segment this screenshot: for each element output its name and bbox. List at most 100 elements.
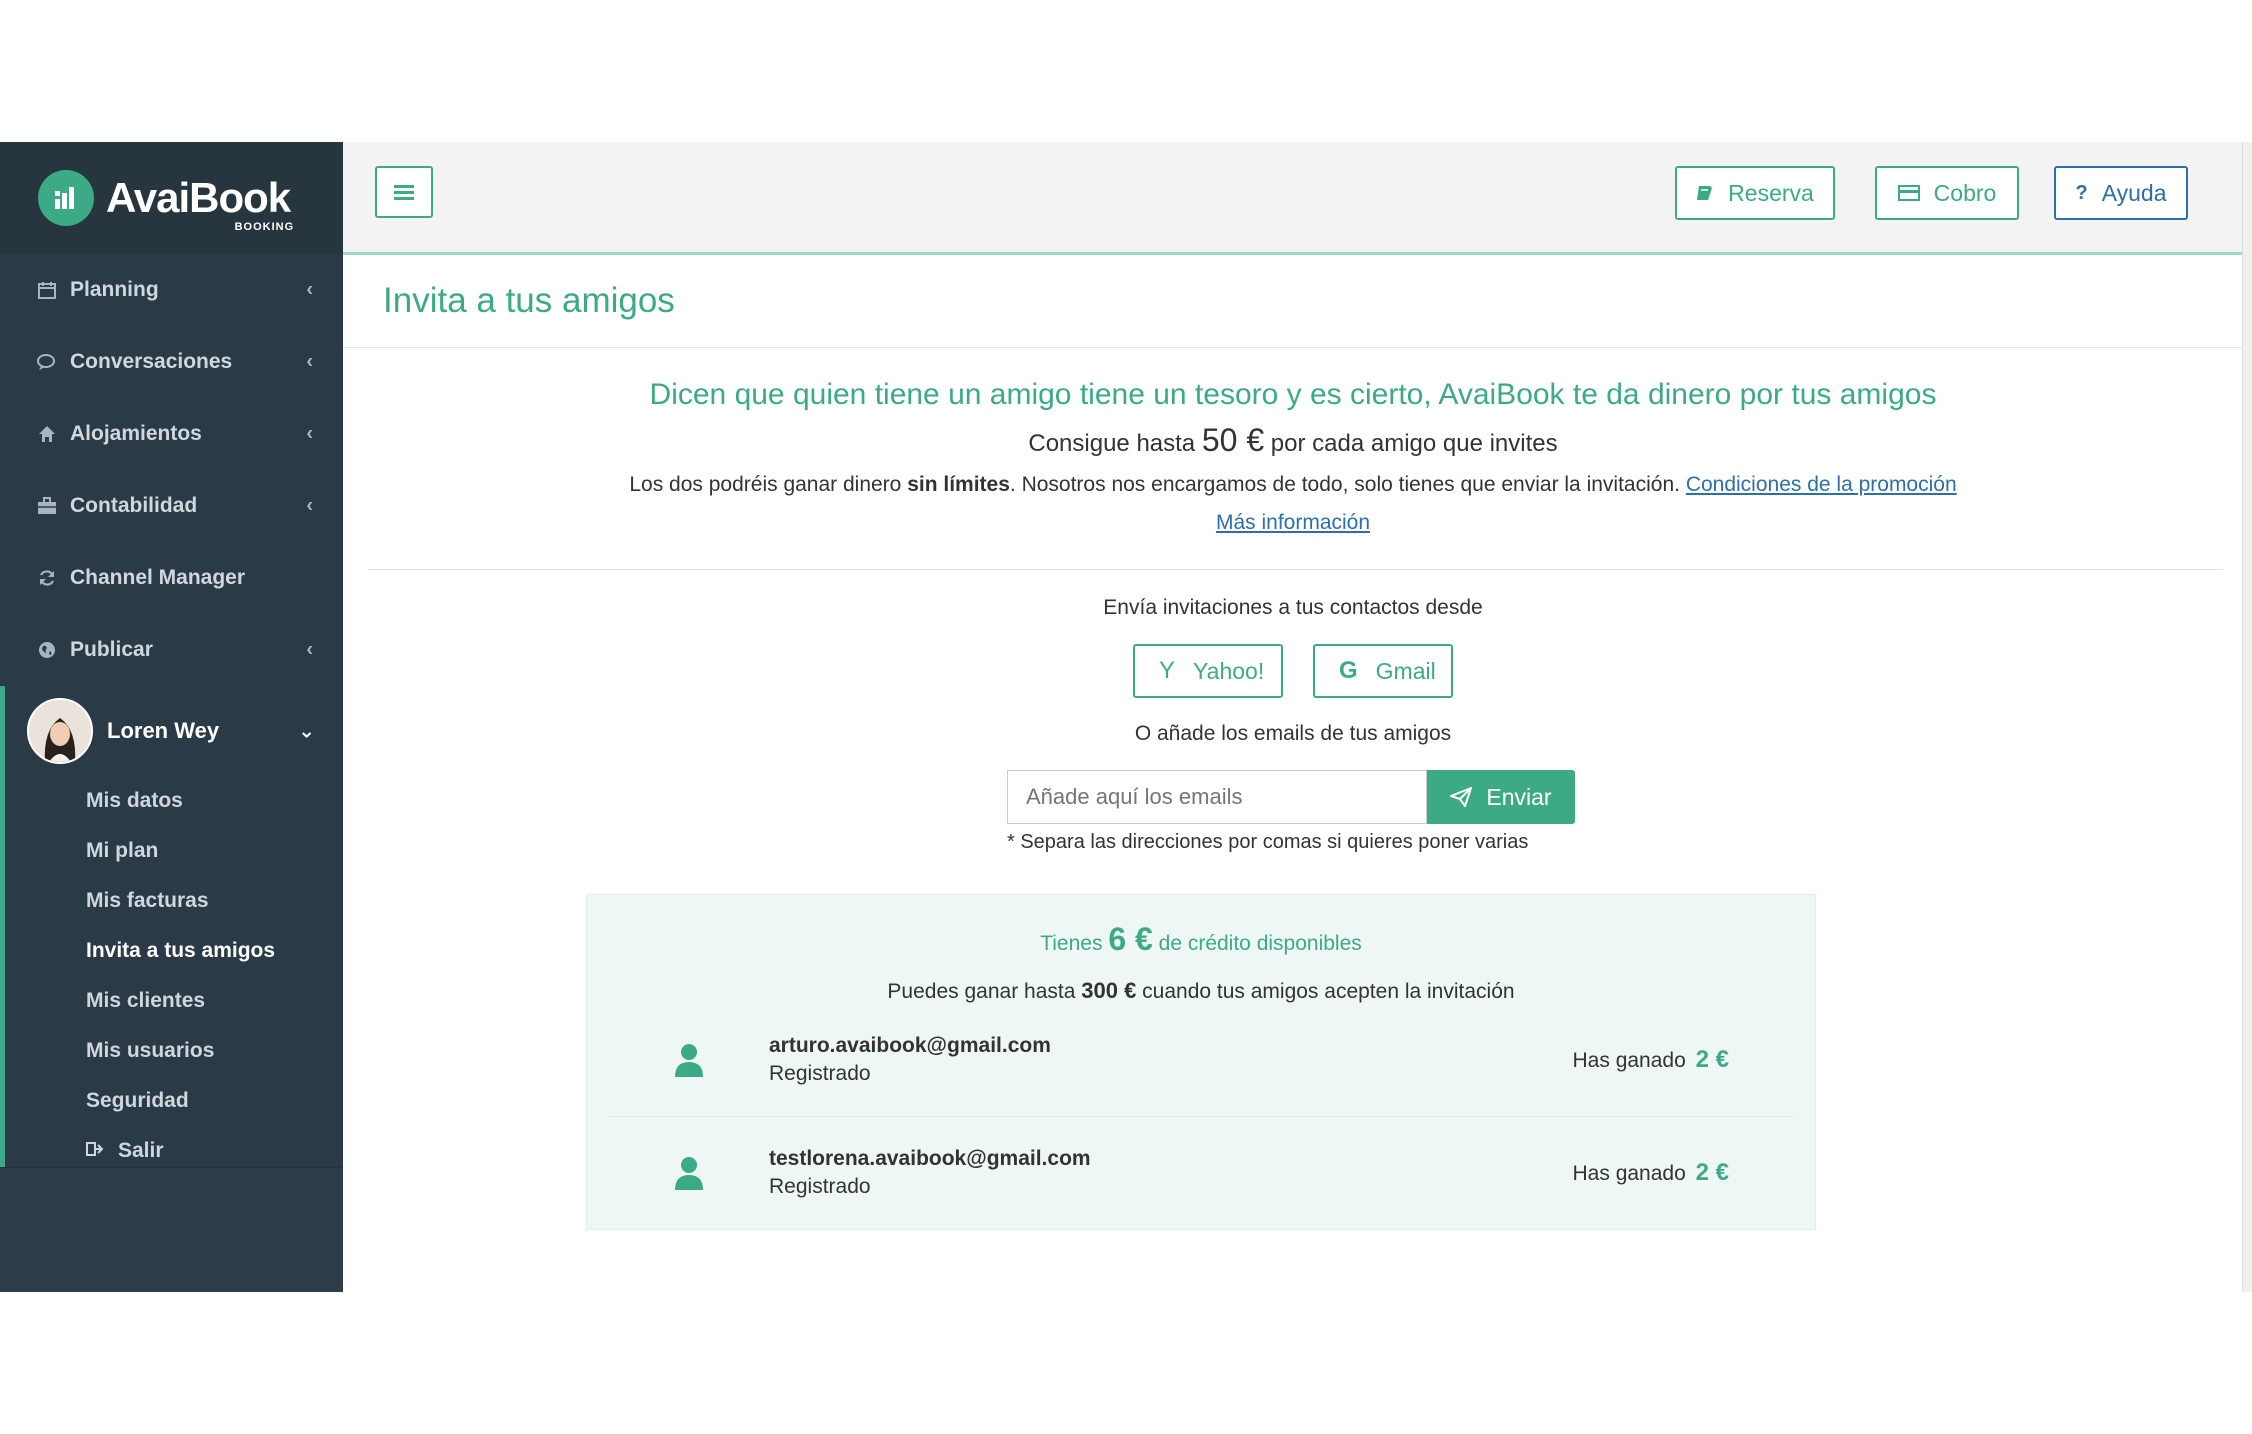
yahoo-button[interactable]: Y Yahoo! (1133, 644, 1283, 698)
list-item: testlorena.avaibook@gmail.com Registrado… (609, 1116, 1793, 1229)
promo-amount: 50 € (1201, 422, 1265, 458)
promo-desc-post: . Nosotros nos encargamos de todo, solo … (1009, 473, 1680, 496)
promo-sub-post: por cada amigo que invites (1270, 430, 1558, 457)
promo-sub-pre: Consigue hasta (1028, 430, 1196, 457)
menu-toggle-button[interactable] (375, 166, 433, 218)
hamburger-icon (394, 177, 414, 208)
earned-label: Has ganado (1572, 1049, 1686, 1072)
sidebar-item-label: Contabilidad (70, 494, 198, 517)
earned-label: Has ganado (1572, 1162, 1686, 1185)
refresh-icon (36, 569, 58, 587)
user-icon (609, 1155, 769, 1191)
sidebar-item-invita-amigos[interactable]: Invita a tus amigos (5, 926, 343, 976)
promo-description: Los dos podréis ganar dinero sin límites… (343, 473, 2243, 497)
earn-amount: 300 € (1081, 978, 1137, 1003)
home-icon (36, 425, 58, 443)
sidebar-item-mis-usuarios[interactable]: Mis usuarios (5, 1026, 343, 1076)
credit-pre: Tienes (1040, 932, 1103, 955)
sidebar-item-publicar[interactable]: Publicar ‹ (0, 614, 343, 686)
email-hint: * Separa las direcciones por comas si qu… (1007, 831, 1529, 853)
sidebar-item-conversaciones[interactable]: Conversaciones ‹ (0, 326, 343, 398)
sidebar-item-channel-manager[interactable]: Channel Manager (0, 542, 343, 614)
sidebar-item-planning[interactable]: Planning ‹ (0, 254, 343, 326)
chevron-left-icon: ‹ (306, 422, 313, 445)
conditions-link[interactable]: Condiciones de la promoción (1686, 473, 1957, 496)
reserva-button[interactable]: Reserva (1675, 166, 1835, 220)
sidebar-item-mi-plan[interactable]: Mi plan (5, 826, 343, 876)
credit-amount: 6 € (1108, 921, 1153, 957)
earn-info: Puedes ganar hasta 300 € cuando tus amig… (587, 978, 1815, 1004)
chevron-left-icon: ‹ (306, 494, 313, 517)
sidebar-item-label: Conversaciones (70, 350, 233, 373)
sidebar-item-label: Alojamientos (70, 422, 202, 445)
cobro-button[interactable]: Cobro (1875, 166, 2019, 220)
credit-available: Tienes 6 € de crédito disponibles (587, 895, 1815, 958)
sidebar-item-label: Planning (70, 278, 159, 301)
sidebar-item-mis-datos[interactable]: Mis datos (5, 776, 343, 826)
promo-headline: Dicen que quien tiene un amigo tiene un … (649, 378, 1937, 411)
earned-amount: 2 € (1695, 1046, 1729, 1073)
sidebar-item-contabilidad[interactable]: Contabilidad ‹ (0, 470, 343, 542)
send-label: Enviar (1486, 783, 1552, 810)
gmail-label: Gmail (1375, 657, 1436, 684)
friend-earned: Has ganado 2 € (1573, 1046, 1729, 1074)
user-menu-toggle[interactable]: Loren Wey ⌄ (5, 686, 343, 776)
more-info: Más información (343, 511, 2243, 535)
sidebar-item-label: Publicar (70, 638, 153, 661)
sidebar-item-mis-facturas[interactable]: Mis facturas (5, 876, 343, 926)
email-input[interactable] (1007, 770, 1427, 824)
chat-icon (36, 353, 58, 371)
friend-earned: Has ganado 2 € (1573, 1159, 1729, 1187)
cobro-label: Cobro (1933, 179, 1997, 206)
gmail-button[interactable]: G Gmail (1313, 644, 1453, 698)
sidebar-footer (0, 1167, 343, 1292)
add-emails-label: O añade los emails de tus amigos (1134, 722, 1452, 745)
user-icon (609, 1042, 769, 1078)
list-item: arturo.avaibook@gmail.com Registrado Has… (609, 1004, 1793, 1116)
chevron-left-icon: ‹ (306, 350, 313, 373)
chevron-left-icon: ‹ (306, 638, 313, 661)
user-menu: Loren Wey ⌄ Mis datos Mi plan Mis factur… (0, 686, 343, 1176)
chevron-left-icon: ‹ (306, 278, 313, 301)
credit-panel: Tienes 6 € de crédito disponibles Puedes… (586, 894, 1816, 1230)
main-content: Reserva Cobro ? Ayuda Invita a tus amigo… (343, 142, 2243, 1292)
brand-sub: BOOKING (234, 221, 295, 233)
ayuda-button[interactable]: ? Ayuda (2054, 166, 2188, 220)
logo-mark-icon (38, 170, 94, 226)
sidebar-item-mis-clientes[interactable]: Mis clientes (5, 976, 343, 1026)
provider-buttons: Y Yahoo! G Gmail (343, 644, 2243, 698)
brand-logo[interactable]: AvaiBook BOOKING (0, 142, 343, 254)
sidebar-item-alojamientos[interactable]: Alojamientos ‹ (0, 398, 343, 470)
earn-pre: Puedes ganar hasta (887, 980, 1076, 1003)
reserva-label: Reserva (1728, 179, 1814, 206)
send-button[interactable]: Enviar (1427, 770, 1575, 824)
email-form: Enviar (1007, 770, 1579, 824)
credit-card-icon (1897, 185, 1920, 201)
user-name: Loren Wey (107, 718, 220, 743)
promo-desc-pre: Los dos podréis ganar dinero (629, 473, 902, 496)
chevron-down-icon: ⌄ (298, 720, 315, 743)
top-bar: Reserva Cobro ? Ayuda (343, 142, 2243, 255)
promo-subtitle: Consigue hasta 50 € por cada amigo que i… (343, 422, 2243, 459)
brand-name: AvaiBook BOOKING (106, 174, 295, 233)
sidebar-item-label: Salir (118, 1139, 164, 1162)
globe-icon (36, 641, 58, 659)
question-icon: ? (2075, 181, 2088, 204)
send-from-label: Envía invitaciones a tus contactos desde (1103, 596, 1483, 619)
earn-post: cuando tus amigos acepten la invitación (1142, 980, 1515, 1003)
sidebar-item-seguridad[interactable]: Seguridad (5, 1076, 343, 1126)
book-icon (1696, 184, 1714, 202)
ayuda-label: Ayuda (2101, 179, 2167, 206)
app-window: AvaiBook BOOKING Planning ‹ Conversacion… (0, 142, 2252, 1292)
more-info-link[interactable]: Más información (1216, 511, 1370, 534)
sidebar: AvaiBook BOOKING Planning ‹ Conversacion… (0, 142, 343, 1292)
briefcase-icon (36, 497, 58, 515)
calendar-icon (36, 281, 58, 299)
scrollbar[interactable] (2242, 142, 2252, 1292)
avatar (27, 698, 93, 764)
earned-amount: 2 € (1695, 1159, 1729, 1186)
yahoo-icon: Y (1159, 657, 1176, 684)
sign-out-icon (86, 1139, 106, 1163)
promo-desc-bold: sin límites (907, 473, 1010, 496)
paper-plane-icon (1450, 787, 1473, 807)
